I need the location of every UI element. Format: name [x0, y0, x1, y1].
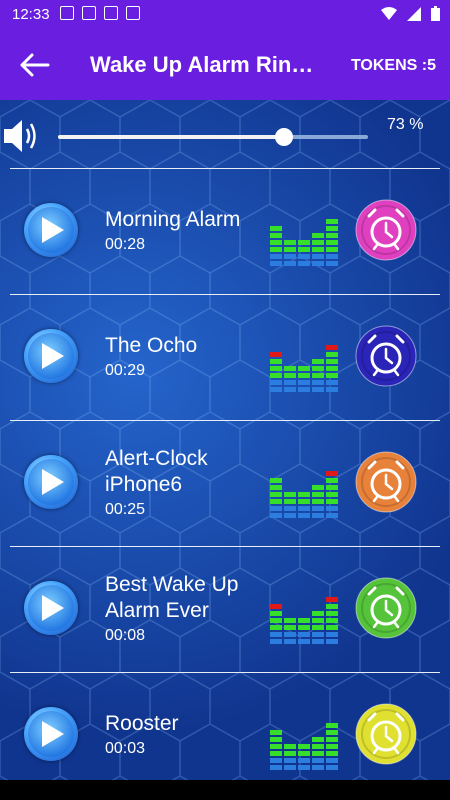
equalizer-graphic — [270, 723, 338, 770]
ringtone-row[interactable]: Morning Alarm 00:28 — [10, 168, 440, 294]
page-title: Wake Up Alarm Rin… — [90, 52, 314, 77]
ringtone-row[interactable]: Alert-Clock iPhone6 00:25 — [10, 420, 440, 546]
volume-slider[interactable] — [58, 128, 368, 146]
app-bar: Wake Up Alarm Rin… TOKENS :5 — [0, 30, 450, 100]
play-icon — [42, 217, 64, 243]
ringtone-name: Alert-Clock iPhone6 — [105, 447, 208, 496]
equalizer-graphic — [270, 471, 338, 518]
volume-slider-fill — [58, 135, 285, 139]
alarm-clock-icon[interactable] — [355, 703, 417, 765]
alarm-clock-icon[interactable] — [355, 199, 417, 261]
play-icon — [42, 721, 64, 747]
speaker-icon[interactable] — [2, 116, 40, 156]
ringtone-name: The Ocho — [105, 334, 198, 357]
volume-percent: 73 % — [387, 116, 424, 133]
ringtone-list-screen: 73 % Morning Alarm 00:28 The Ocho 00:29 Aler… — [0, 100, 450, 780]
alarm-clock-icon[interactable] — [355, 577, 417, 639]
ringtone-duration: 00:29 — [105, 362, 146, 379]
play-button[interactable] — [24, 455, 78, 509]
ringtone-name: Best Wake Up Alarm Ever — [105, 573, 239, 622]
status-notification-icons — [60, 6, 140, 20]
play-icon — [42, 343, 64, 369]
ringtone-duration: 00:28 — [105, 236, 146, 253]
ringtone-name: Morning Alarm — [105, 208, 241, 231]
notification-icon-4 — [126, 6, 140, 20]
play-icon — [42, 469, 64, 495]
play-button[interactable] — [24, 203, 78, 257]
equalizer-graphic — [270, 219, 338, 266]
ringtone-duration: 00:08 — [105, 627, 146, 644]
status-time: 12:33 — [12, 6, 50, 23]
signal-icon — [407, 6, 421, 21]
notification-icon-1 — [60, 6, 74, 20]
ringtone-row[interactable]: Best Wake Up Alarm Ever 00:08 — [10, 546, 440, 672]
volume-slider-knob[interactable] — [275, 128, 294, 146]
equalizer-graphic — [270, 345, 338, 392]
volume-control: 73 % — [0, 100, 450, 168]
notification-icon-2 — [82, 6, 96, 20]
ringtone-duration: 00:03 — [105, 740, 146, 757]
play-button[interactable] — [24, 707, 78, 761]
notification-icon-3 — [104, 6, 118, 20]
ringtone-list: Morning Alarm 00:28 The Ocho 00:29 Alert-Clo… — [0, 168, 450, 780]
equalizer-graphic — [270, 597, 338, 644]
back-arrow-icon[interactable] — [18, 50, 52, 80]
alarm-clock-icon[interactable] — [355, 451, 417, 513]
status-system-icons — [381, 6, 440, 21]
alarm-clock-icon[interactable] — [355, 325, 417, 387]
play-button[interactable] — [24, 581, 78, 635]
ringtone-duration: 00:25 — [105, 501, 146, 518]
battery-icon — [431, 6, 440, 21]
play-icon — [42, 595, 64, 621]
play-button[interactable] — [24, 329, 78, 383]
navigation-bar — [0, 780, 450, 800]
wifi-icon — [381, 6, 397, 20]
tokens-counter: TOKENS :5 — [350, 57, 436, 74]
ringtone-row[interactable]: The Ocho 00:29 — [10, 294, 440, 420]
ringtone-name: Rooster — [105, 712, 179, 735]
status-bar: 12:33 — [0, 0, 450, 30]
ringtone-row[interactable]: Rooster 00:03 — [10, 672, 440, 780]
